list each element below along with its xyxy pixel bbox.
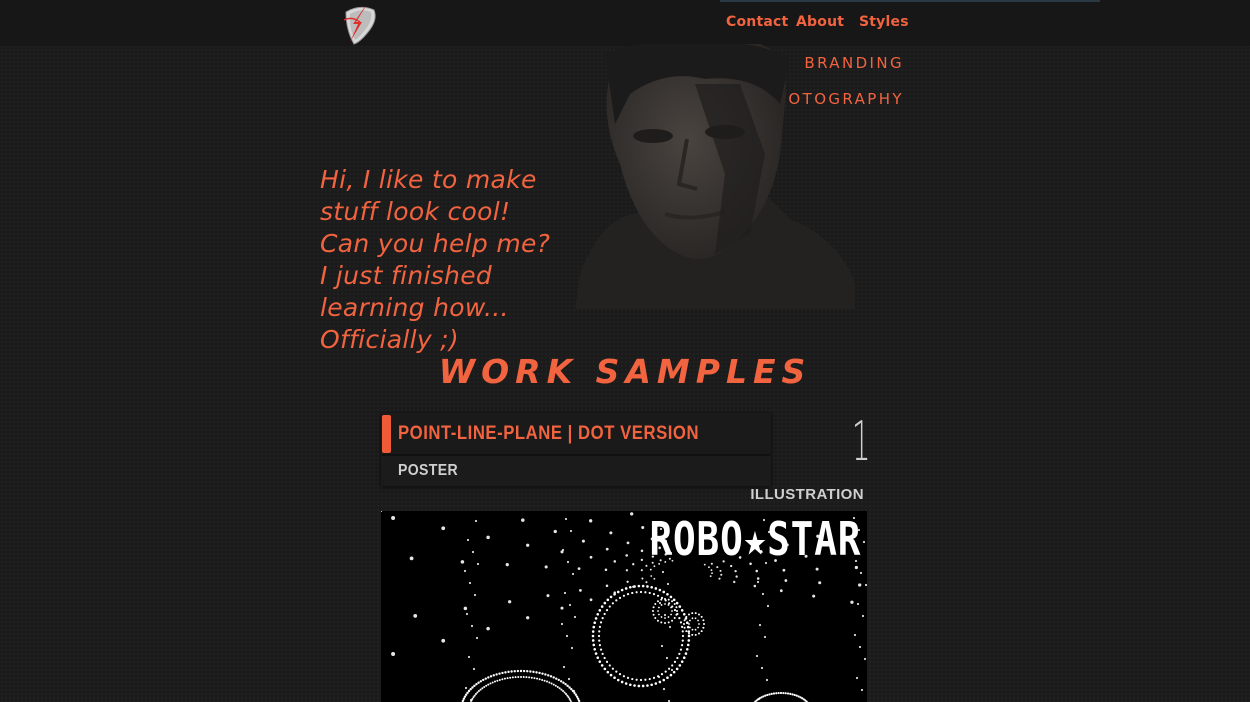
top-bar bbox=[0, 0, 1250, 46]
lightning-guitar-pick-logo-icon bbox=[343, 6, 376, 45]
work-subtitle: POSTER bbox=[398, 462, 459, 479]
work-category: ILLUSTRATION bbox=[750, 486, 864, 503]
nav-contact[interactable]: Contact bbox=[726, 14, 788, 30]
nav-styles[interactable]: Styles bbox=[859, 14, 909, 30]
work-title[interactable]: POINT-LINE-PLANE | DOT VERSION bbox=[398, 423, 699, 445]
work-samples-heading: WORK SAMPLES bbox=[438, 352, 812, 391]
site-logo[interactable] bbox=[338, 2, 382, 46]
portrait-image bbox=[575, 44, 855, 309]
work-accent-bar bbox=[382, 415, 391, 453]
nav-about[interactable]: About bbox=[796, 14, 844, 30]
work-poster-image[interactable]: ROBO★STAR bbox=[381, 511, 867, 702]
top-accent-line bbox=[720, 0, 1100, 2]
work-number: 1 bbox=[851, 410, 871, 473]
poster-title: ROBO★STAR bbox=[649, 512, 861, 566]
intro-text: Hi, I like to make stuff look cool! Can … bbox=[320, 165, 551, 354]
